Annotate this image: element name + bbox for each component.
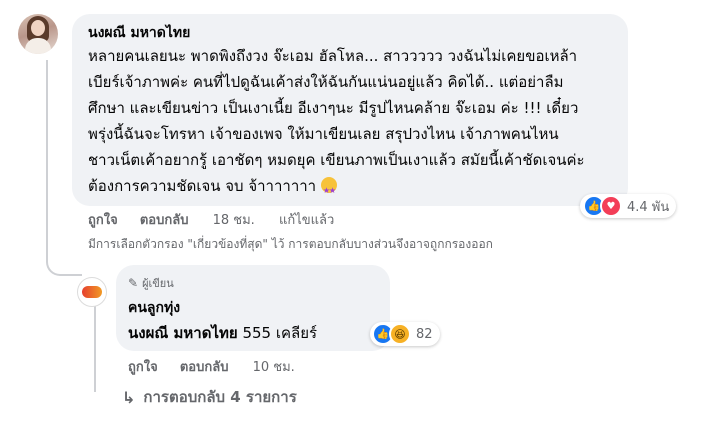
commenter-avatar[interactable] xyxy=(18,14,58,54)
comment-line: หลายคนเลยนะ พาดพิงถึงวง จ๊ะเอม ฮัลโหล...… xyxy=(88,47,578,65)
view-more-replies[interactable]: ↳ การตอบกลับ 4 รายการ xyxy=(122,385,297,409)
reply-actions: ถูกใจ ตอบกลับ 10 ชม. xyxy=(128,356,295,377)
more-replies-label: การตอบกลับ 4 รายการ xyxy=(143,388,297,406)
reply-like-button[interactable]: ถูกใจ xyxy=(128,356,158,377)
reply-text: นงผณี มหาดไทย 555 เคลียร์ xyxy=(128,321,317,345)
star-struck-emoji-icon xyxy=(320,177,337,204)
reply-reaction-count: 82 xyxy=(416,326,433,342)
haha-icon: 😆 xyxy=(389,323,411,345)
reply-time[interactable]: 10 ชม. xyxy=(253,356,295,377)
comment-line: ศึกษา และเขียนข่าว เป็นเงาเนี้ย อีเงาๆนะ… xyxy=(88,99,579,117)
reply-arrow-icon: ↳ xyxy=(122,387,136,407)
comment-line: ชาวเน็ตเค้าอยากรู้ เอาชัดๆ หมดยุค เขียนภ… xyxy=(88,151,585,169)
author-badge-label: ผู้เขียน xyxy=(142,277,174,290)
reply-reply-button[interactable]: ตอบกลับ xyxy=(180,356,229,377)
thread-line xyxy=(46,60,48,242)
comment-reactions[interactable]: 👍 ♥ 4.4 พัน xyxy=(580,194,677,218)
comment-line: เบียร์เจ้าภาพค่ะ คนที่ไปดูฉันเค้าส่งให้ฉ… xyxy=(88,73,564,91)
reply-reactions[interactable]: 👍 😆 82 xyxy=(370,322,440,346)
love-icon: ♥ xyxy=(600,195,622,217)
reaction-count: 4.4 พัน xyxy=(627,199,670,215)
thread-connector xyxy=(46,240,82,276)
reply-author-name[interactable]: คนลูกทุ่ง xyxy=(128,297,180,319)
comment-actions: ถูกใจ ตอบกลับ 18 ชม. แก้ไขแล้ว xyxy=(88,209,334,230)
comment-line: ต้องการความชัดเจน จบ จ้าาาาาาา xyxy=(88,173,623,204)
mention-tag[interactable]: นงผณี มหาดไทย xyxy=(128,324,238,342)
pencil-icon: ✎ xyxy=(128,276,139,290)
comment-time[interactable]: 18 ชม. xyxy=(213,209,255,230)
filter-note: มีการเลือกตัวกรอง "เกี่ยวข้องที่สุด" ไว้… xyxy=(88,237,493,251)
author-badge: ✎ ผู้เขียน xyxy=(128,274,174,292)
comment-line: พรุ่งนี้ฉันจะโทรหา เจ้าของเพจ ให้มาเขียน… xyxy=(88,125,559,143)
like-button[interactable]: ถูกใจ xyxy=(88,209,118,230)
reply-thread-line xyxy=(94,302,96,392)
comment-text: หลายคนเลยนะ พาดพิงถึงวง จ๊ะเอม ฮัลโหล...… xyxy=(88,43,623,204)
page-avatar[interactable] xyxy=(77,277,107,307)
reply-button[interactable]: ตอบกลับ xyxy=(140,209,189,230)
commenter-name[interactable]: นงผณี มหาดไทย xyxy=(88,22,190,44)
comment-line-text: ต้องการความชัดเจน จบ จ้าาาาาาา xyxy=(88,177,317,195)
reply-body: 555 เคลียร์ xyxy=(242,324,318,342)
edited-label: แก้ไขแล้ว xyxy=(278,213,335,228)
